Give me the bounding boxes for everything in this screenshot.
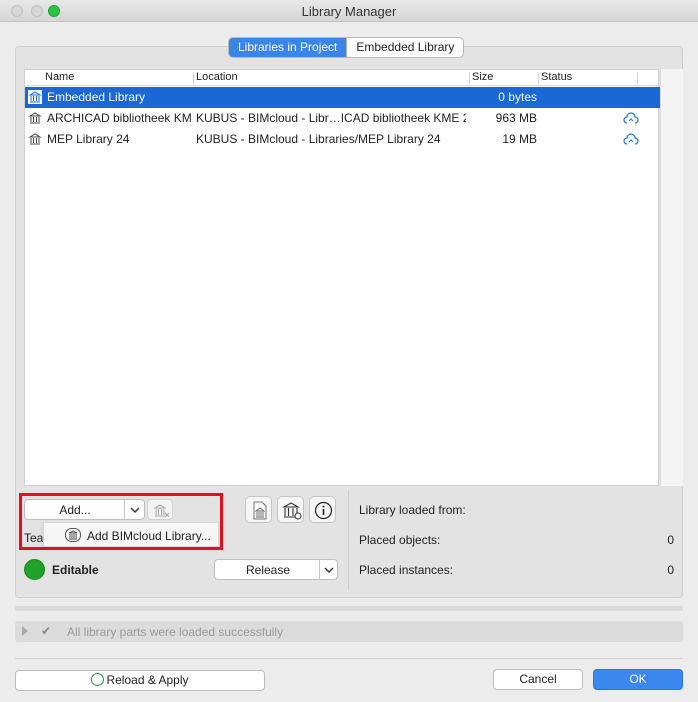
library-location: KUBUS - BIMcloud - Libraries/MEP Library… [196, 132, 441, 146]
column-separator[interactable] [193, 72, 194, 84]
tab-embedded-library[interactable]: Embedded Library [346, 38, 463, 57]
library-name: Embedded Library [47, 90, 146, 104]
load-status-bar: ✔ All library parts were loaded successf… [15, 621, 683, 642]
library-file-icon [253, 501, 267, 520]
editable-status: Editable [52, 563, 99, 577]
reload-apply-button[interactable]: Reload & Apply [15, 670, 265, 691]
cloud-sync-icon [623, 112, 639, 124]
column-header-name[interactable]: Name [45, 71, 74, 85]
library-icon [28, 133, 42, 145]
library-location: KUBUS - BIMcloud - Libr…ICAD bibliotheek… [196, 111, 466, 125]
status-indicator [24, 559, 45, 580]
library-size: 963 MB [495, 111, 537, 125]
checkmark-icon: ✔ [41, 624, 52, 638]
column-separator[interactable] [637, 72, 638, 84]
reload-icon [91, 673, 105, 686]
library-settings-button[interactable] [277, 496, 304, 523]
column-header-size[interactable]: Size [472, 71, 493, 85]
chevron-down-icon [324, 567, 334, 573]
reload-apply-label: Reload & Apply [106, 673, 189, 687]
library-size: 19 MB [502, 132, 537, 146]
resize-divider[interactable] [15, 606, 683, 611]
highlight-annotation [19, 493, 223, 550]
table-header: Name Location Size Status [25, 70, 660, 86]
info-icon [314, 501, 333, 520]
table-row[interactable]: MEP Library 24 KUBUS - BIMcloud - Librar… [25, 129, 660, 150]
panel-separator [348, 490, 349, 590]
title-bar: Library Manager [0, 0, 698, 22]
library-file-button[interactable] [245, 496, 272, 523]
cancel-button[interactable]: Cancel [493, 669, 583, 690]
info-button[interactable] [309, 496, 336, 523]
table-row[interactable]: ARCHICAD bibliotheek KM… KUBUS - BIMclou… [25, 108, 660, 129]
library-icon [28, 112, 42, 124]
placed-instances-label: Placed instances: [359, 563, 454, 577]
column-header-location[interactable]: Location [196, 71, 238, 85]
column-separator[interactable] [538, 72, 539, 84]
placed-objects-label: Placed objects: [359, 533, 441, 547]
table-vertical-scrollbar[interactable] [660, 69, 683, 486]
release-label: Release [245, 563, 291, 577]
library-tabs: Libraries in Project Embedded Library [228, 37, 465, 58]
release-dropdown-arrow[interactable] [319, 560, 337, 579]
library-size: 0 bytes [498, 90, 537, 104]
ok-button[interactable]: OK [593, 669, 683, 690]
library-name: MEP Library 24 [47, 132, 130, 146]
placed-instances-value: 0 [667, 563, 674, 577]
library-building-icon [281, 502, 302, 520]
window-title: Library Manager [301, 4, 397, 19]
library-icon [28, 90, 42, 104]
library-loaded-from-label: Library loaded from: [359, 503, 466, 517]
release-dropdown[interactable]: Release [214, 559, 338, 580]
library-name: ARCHICAD bibliotheek KM… [47, 111, 192, 125]
placed-objects-value: 0 [667, 533, 674, 547]
tab-libraries-in-project[interactable]: Libraries in Project [229, 38, 347, 57]
library-table: Name Location Size Status Embedded Libra… [24, 69, 660, 486]
table-row[interactable]: Embedded Library 0 bytes [25, 87, 660, 108]
column-separator[interactable] [469, 72, 470, 84]
disclosure-triangle-icon[interactable] [22, 626, 28, 636]
cloud-sync-icon [623, 133, 639, 145]
footer-separator [15, 658, 683, 659]
column-header-status[interactable]: Status [541, 71, 572, 85]
load-status-message: All library parts were loaded successful… [67, 625, 284, 639]
